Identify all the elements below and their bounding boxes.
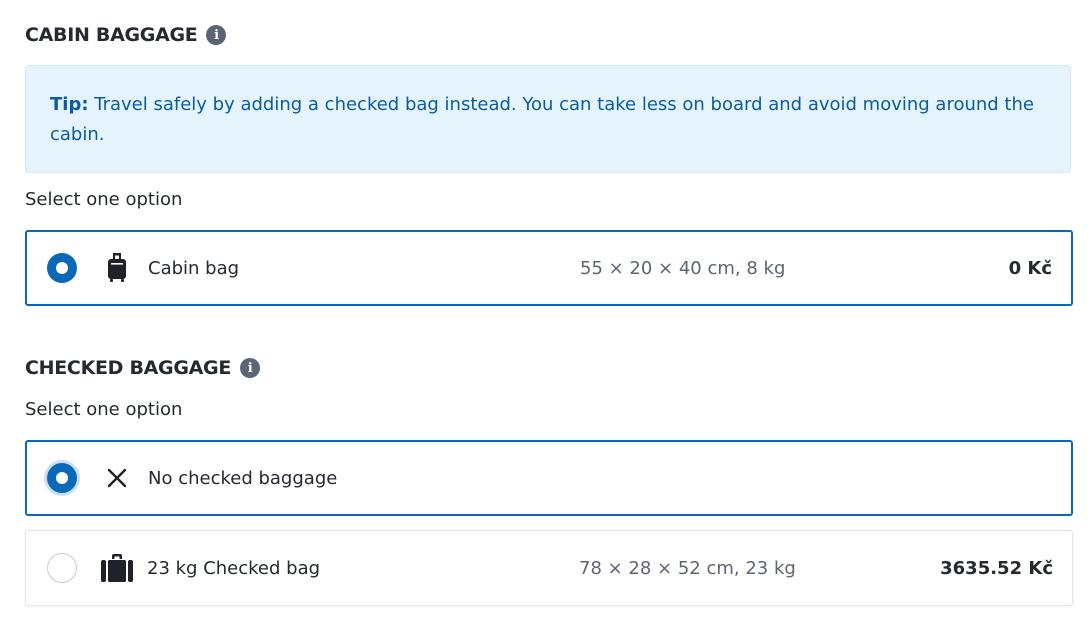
tip-label: Tip: — [50, 94, 89, 115]
checked-bag-23kg-label: 23 kg Checked bag — [147, 557, 321, 579]
cabin-baggage-heading: CABIN BAGGAGE i — [25, 24, 227, 46]
checked-bag-23kg-option[interactable]: 23 kg Checked bag 78 × 28 × 52 cm, 23 kg… — [25, 530, 1073, 606]
no-checked-baggage-label: No checked baggage — [148, 467, 338, 489]
close-icon — [105, 463, 129, 493]
tip-banner: Tip: Travel safely by adding a checked b… — [25, 65, 1071, 173]
cabin-bag-option[interactable]: Cabin bag 55 × 20 × 40 cm, 8 kg 0 Kč — [25, 230, 1073, 306]
cabin-bag-radio[interactable] — [47, 253, 77, 283]
checked-bag-23kg-radio[interactable] — [47, 553, 77, 583]
cabin-bag-dimensions: 55 × 20 × 40 cm, 8 kg — [580, 257, 786, 279]
checked-bag-23kg-price: 3635.52 Kč — [940, 557, 1053, 579]
no-checked-baggage-radio[interactable] — [47, 463, 77, 493]
cabin-bag-icon — [105, 253, 129, 283]
checked-select-label: Select one option — [25, 399, 183, 420]
info-icon[interactable]: i — [240, 358, 261, 378]
checked-bag-23kg-dimensions: 78 × 28 × 52 cm, 23 kg — [579, 557, 796, 579]
cabin-bag-label: Cabin bag — [148, 257, 240, 279]
tip-text: Travel safely by adding a checked bag in… — [50, 94, 1034, 145]
no-checked-baggage-option[interactable]: No checked baggage — [25, 440, 1073, 516]
checked-bag-icon — [101, 553, 133, 583]
checked-baggage-heading: CHECKED BAGGAGE i — [25, 357, 261, 379]
baggage-page: CABIN BAGGAGE i Tip: Travel safely by ad… — [0, 0, 1091, 622]
cabin-bag-price: 0 Kč — [1008, 257, 1052, 279]
info-icon[interactable]: i — [206, 25, 227, 45]
cabin-baggage-title: CABIN BAGGAGE — [25, 24, 198, 46]
cabin-select-label: Select one option — [25, 189, 183, 210]
checked-baggage-title: CHECKED BAGGAGE — [25, 357, 232, 379]
